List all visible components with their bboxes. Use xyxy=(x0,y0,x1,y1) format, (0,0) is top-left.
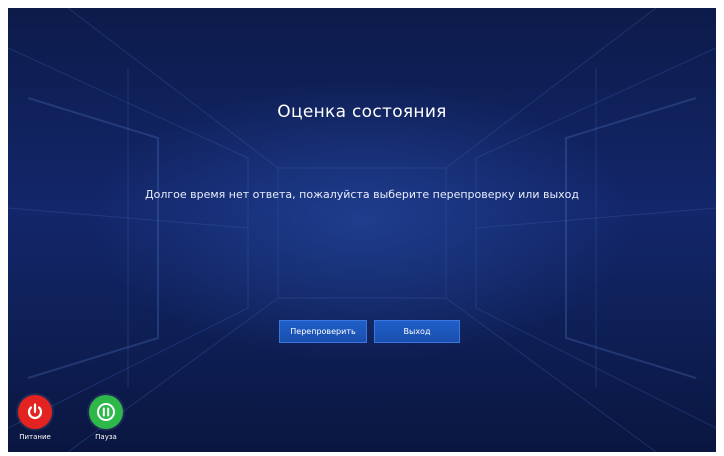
corridor-background xyxy=(8,8,716,452)
pause-control[interactable]: Пауза xyxy=(82,395,130,441)
page-title: Оценка состояния xyxy=(277,102,447,122)
pause-button[interactable] xyxy=(89,395,123,429)
power-icon xyxy=(27,403,43,419)
pause-label: Пауза xyxy=(95,433,117,441)
screen-frame: Оценка состояния Долгое время нет ответа… xyxy=(8,8,716,452)
pause-icon xyxy=(97,403,115,421)
recheck-button[interactable]: Перепроверить xyxy=(279,320,367,343)
exit-button[interactable]: Выход xyxy=(374,320,460,343)
status-message: Долгое время нет ответа, пожалуйста выбе… xyxy=(145,188,579,201)
power-control[interactable]: Питание xyxy=(11,395,59,441)
power-label: Питание xyxy=(19,433,51,441)
power-button[interactable] xyxy=(18,395,52,429)
